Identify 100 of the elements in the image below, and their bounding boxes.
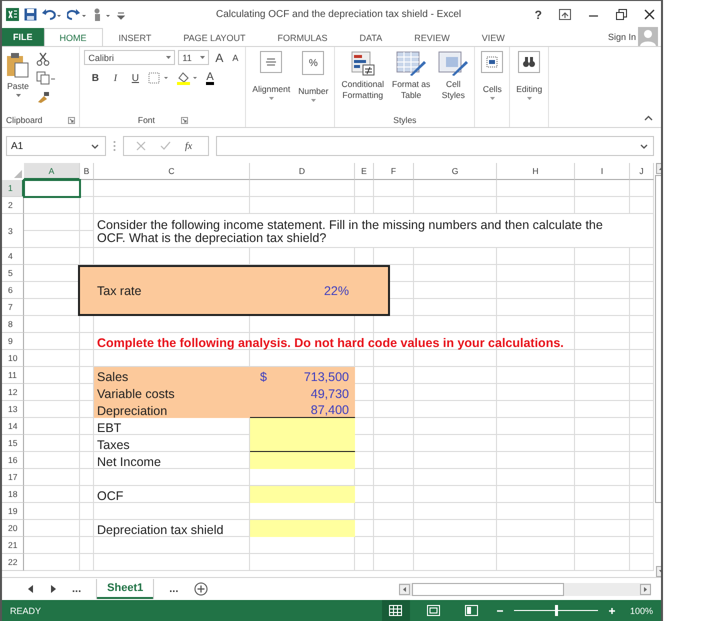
grow-font-button[interactable]: A [212, 50, 226, 64]
redo-icon[interactable] [67, 8, 87, 21]
zoom-level[interactable]: 100% [630, 606, 653, 616]
format-as-table-button[interactable]: Format as Table [390, 50, 432, 113]
answer-cell[interactable] [250, 452, 355, 469]
row-header[interactable]: 15 [2, 435, 24, 452]
column-header[interactable]: H [497, 163, 575, 180]
editing-button[interactable]: Editing [514, 50, 544, 127]
row-header[interactable]: 1 [2, 180, 24, 197]
font-name-field[interactable]: Calibri [84, 50, 176, 65]
ribbon-display-icon[interactable] [559, 9, 571, 20]
row-header[interactable]: 14 [2, 418, 24, 435]
row-header[interactable]: 19 [2, 503, 24, 520]
row-header[interactable]: 10 [2, 350, 24, 367]
shrink-font-button[interactable]: A [229, 52, 242, 62]
scroll-left-icon[interactable] [399, 584, 410, 594]
ribbon-tab[interactable]: VIEW [466, 28, 521, 46]
underline-button[interactable]: U [128, 72, 142, 84]
touch-mode-icon[interactable] [92, 8, 112, 21]
window-title: Calculating OCF and the depreciation tax shield - Excel [216, 9, 462, 20]
cut-icon[interactable] [36, 52, 50, 66]
copy-icon[interactable] [36, 71, 56, 85]
more-sheets-button[interactable]: ... [169, 583, 178, 595]
zoom-slider[interactable] [514, 605, 598, 616]
name-box[interactable]: A1 [6, 136, 106, 156]
restore-icon[interactable] [616, 9, 627, 20]
zoom-slider-thumb[interactable] [554, 605, 558, 616]
ribbon-tab[interactable]: INSERT [102, 28, 168, 46]
row-header[interactable]: 17 [2, 469, 24, 486]
row-header[interactable]: 13 [2, 401, 24, 418]
column-header[interactable]: E [355, 163, 374, 180]
row-header[interactable]: 18 [2, 486, 24, 503]
borders-icon[interactable] [148, 72, 170, 84]
number-button[interactable]: % Number [296, 50, 330, 127]
save-icon[interactable] [24, 8, 37, 21]
collapse-ribbon-icon[interactable] [644, 115, 653, 121]
active-cell[interactable] [23, 179, 81, 198]
answer-cell[interactable] [250, 435, 355, 452]
file-tab[interactable]: FILE [2, 28, 44, 46]
column-header[interactable]: J [630, 163, 654, 180]
row-header[interactable]: 12 [2, 384, 24, 401]
column-header[interactable]: D [250, 163, 355, 180]
sheet-tab[interactable]: Sheet1 [97, 579, 154, 599]
cell-styles-button[interactable]: Cell Styles [436, 50, 470, 113]
cells-button[interactable]: Cells [479, 50, 506, 127]
row-header[interactable]: 22 [2, 554, 24, 571]
close-icon[interactable] [644, 9, 655, 20]
answer-cell[interactable] [250, 486, 355, 503]
caret-icon [526, 97, 532, 100]
scroll-right-icon[interactable] [640, 584, 651, 594]
help-button[interactable]: ? [534, 8, 542, 22]
normal-view-icon[interactable] [382, 600, 410, 621]
ribbon-tab[interactable]: PAGE LAYOUT [167, 28, 262, 46]
dialog-launcher-icon[interactable] [180, 116, 188, 124]
column-header[interactable]: I [575, 163, 630, 180]
ribbon-tab[interactable]: HOME [44, 28, 102, 47]
ribbon-tab[interactable]: REVIEW [398, 28, 466, 46]
next-sheet-icon[interactable] [50, 585, 56, 593]
add-sheet-icon[interactable] [194, 582, 208, 596]
drag-handle-icon[interactable] [113, 140, 116, 152]
row-header[interactable]: 20 [2, 520, 24, 537]
row-header[interactable]: 8 [2, 316, 24, 333]
ribbon-tab[interactable]: FORMULAS [262, 28, 344, 46]
row-header[interactable]: 11 [2, 367, 24, 384]
previous-sheet-icon[interactable] [28, 585, 34, 593]
row-header[interactable]: 16 [2, 452, 24, 469]
caret-icon [200, 56, 206, 59]
ribbon-tab[interactable]: DATA [344, 28, 398, 46]
format-painter-icon[interactable] [36, 90, 50, 104]
column-header[interactable]: A [24, 163, 80, 180]
font-color-button[interactable]: A [206, 72, 214, 84]
zoom-in-icon[interactable] [608, 606, 616, 614]
alignment-button[interactable]: Alignment [250, 50, 292, 127]
column-header[interactable]: C [94, 163, 250, 180]
column-header[interactable]: G [414, 163, 497, 180]
dialog-launcher-icon[interactable] [68, 116, 76, 124]
row-header[interactable]: 4 [2, 248, 24, 265]
row-header[interactable]: 5 [2, 265, 24, 282]
row-header[interactable]: 6 [2, 282, 24, 299]
chevron-down-icon[interactable] [640, 144, 648, 148]
row-header[interactable]: 2 [2, 197, 24, 214]
row-header[interactable]: 9 [2, 333, 24, 350]
row-header[interactable]: 7 [2, 299, 24, 316]
bold-button[interactable]: B [88, 72, 102, 84]
scrollbar-thumb[interactable] [412, 582, 564, 596]
row-header[interactable]: 21 [2, 537, 24, 554]
answer-cell[interactable] [250, 520, 355, 537]
insert-function-button[interactable]: fx [185, 140, 192, 152]
paste-button[interactable]: Paste [6, 50, 30, 113]
row-header[interactable]: 3 [2, 214, 24, 248]
column-header[interactable]: B [80, 163, 94, 180]
italic-button[interactable]: I [108, 72, 122, 84]
sign-in-link[interactable]: Sign In [608, 32, 636, 42]
more-sheets-button[interactable]: ... [72, 583, 82, 595]
answer-cell[interactable] [250, 418, 355, 435]
font-size-field[interactable]: 11 [178, 50, 210, 65]
column-header[interactable]: F [374, 163, 414, 180]
undo-icon[interactable] [42, 8, 62, 21]
formula-input[interactable] [216, 136, 654, 156]
conditional-formatting-button[interactable]: Conditional Formatting [339, 50, 386, 113]
